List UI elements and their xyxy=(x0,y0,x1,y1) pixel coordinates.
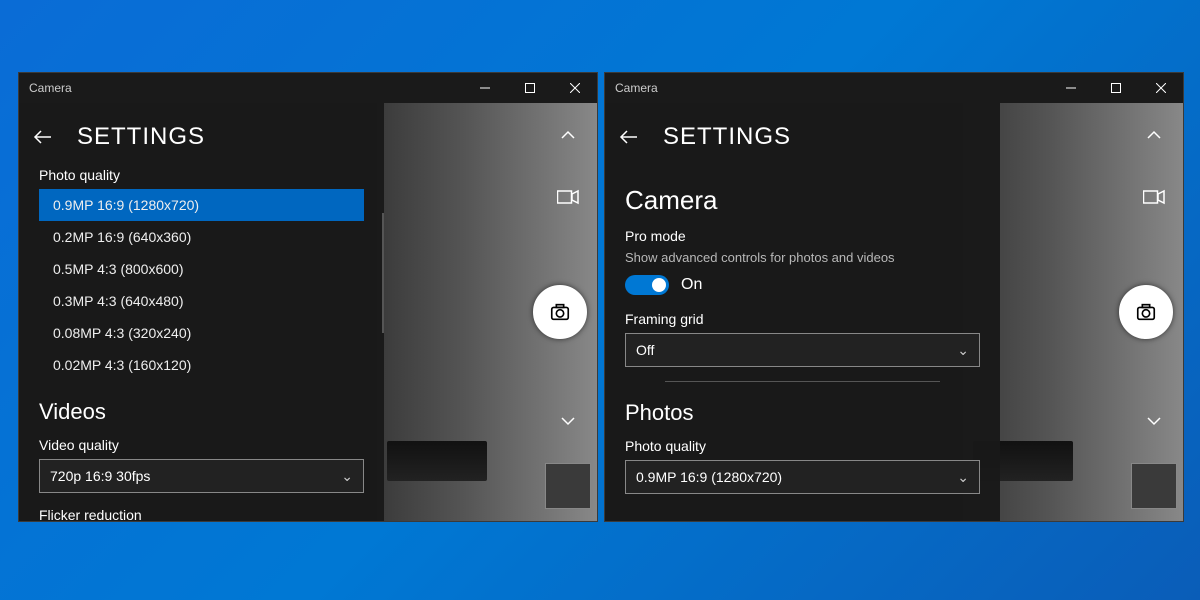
photo-quality-option[interactable]: 0.08MP 4:3 (320x240) xyxy=(39,317,364,349)
chevron-up-icon[interactable] xyxy=(548,115,588,155)
chevron-up-icon[interactable] xyxy=(1134,115,1174,155)
video-quality-value: 720p 16:9 30fps xyxy=(50,468,150,484)
settings-title: SETTINGS xyxy=(663,123,791,151)
chevron-down-icon: ⌄ xyxy=(957,469,969,486)
framing-grid-label: Framing grid xyxy=(625,311,980,327)
pro-mode-toggle[interactable] xyxy=(625,275,669,295)
photos-heading: Photos xyxy=(625,400,980,426)
photo-quality-label: Photo quality xyxy=(39,167,364,183)
videos-heading: Videos xyxy=(39,399,364,425)
scrollbar[interactable] xyxy=(382,213,384,333)
chevron-down-icon: ⌄ xyxy=(341,468,353,485)
shutter-button[interactable] xyxy=(533,285,587,339)
gallery-thumbnail[interactable] xyxy=(1131,463,1177,509)
photo-quality-option[interactable]: 0.3MP 4:3 (640x480) xyxy=(39,285,364,317)
divider xyxy=(665,381,940,382)
minimize-button[interactable] xyxy=(462,73,507,103)
photo-quality-option[interactable]: 0.5MP 4:3 (800x600) xyxy=(39,253,364,285)
close-button[interactable] xyxy=(1138,73,1183,103)
photo-quality-value: 0.9MP 16:9 (1280x720) xyxy=(636,469,782,485)
framing-grid-value: Off xyxy=(636,342,654,358)
flicker-label: Flicker reduction xyxy=(39,507,364,521)
video-mode-icon[interactable] xyxy=(548,177,588,217)
video-quality-label: Video quality xyxy=(39,437,364,453)
photo-quality-select[interactable]: 0.9MP 16:9 (1280x720) ⌄ xyxy=(625,460,980,494)
framing-grid-select[interactable]: Off ⌄ xyxy=(625,333,980,367)
video-quality-select[interactable]: 720p 16:9 30fps ⌄ xyxy=(39,459,364,493)
maximize-button[interactable] xyxy=(1093,73,1138,103)
gallery-thumbnail[interactable] xyxy=(545,463,591,509)
close-button[interactable] xyxy=(552,73,597,103)
maximize-button[interactable] xyxy=(507,73,552,103)
camera-heading: Camera xyxy=(625,185,980,216)
chevron-down-icon[interactable] xyxy=(548,401,588,441)
photo-quality-list: 0.9MP 16:9 (1280x720) 0.2MP 16:9 (640x36… xyxy=(39,189,364,381)
pro-mode-label: Pro mode xyxy=(625,228,980,244)
titlebar: Camera xyxy=(605,73,1183,103)
titlebar: Camera xyxy=(19,73,597,103)
photo-quality-label: Photo quality xyxy=(625,438,980,454)
back-button[interactable] xyxy=(23,117,63,157)
photo-quality-option[interactable]: 0.02MP 4:3 (160x120) xyxy=(39,349,364,381)
pro-mode-state: On xyxy=(681,276,702,294)
back-button[interactable] xyxy=(609,117,649,157)
settings-title: SETTINGS xyxy=(77,123,205,151)
photo-quality-option[interactable]: 0.9MP 16:9 (1280x720) xyxy=(39,189,364,221)
settings-panel: SETTINGS Camera Pro mode Show advanced c… xyxy=(605,103,1000,521)
pro-mode-desc: Show advanced controls for photos and vi… xyxy=(625,250,980,265)
photo-quality-option[interactable]: 0.2MP 16:9 (640x360) xyxy=(39,221,364,253)
window-title: Camera xyxy=(29,81,72,95)
shutter-button[interactable] xyxy=(1119,285,1173,339)
chevron-down-icon[interactable] xyxy=(1134,401,1174,441)
chevron-down-icon: ⌄ xyxy=(957,342,969,359)
minimize-button[interactable] xyxy=(1048,73,1093,103)
settings-panel: SETTINGS Photo quality 0.9MP 16:9 (1280x… xyxy=(19,103,384,521)
video-mode-icon[interactable] xyxy=(1134,177,1174,217)
window-title: Camera xyxy=(615,81,658,95)
